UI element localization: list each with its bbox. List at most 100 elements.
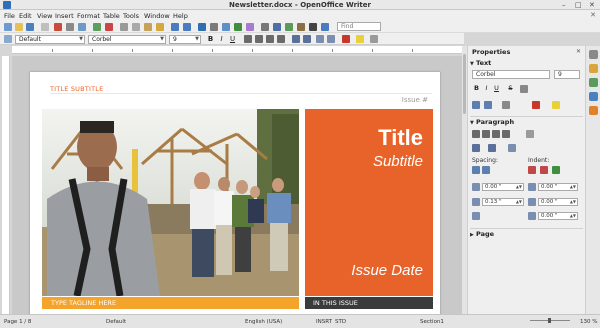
- undo-icon[interactable]: [171, 23, 179, 31]
- issue-date-text[interactable]: Issue Date: [351, 262, 423, 279]
- bullets-icon[interactable]: [303, 35, 311, 43]
- in-this-issue-band[interactable]: IN THIS ISSUE: [305, 297, 433, 309]
- highlight-icon[interactable]: [356, 35, 364, 43]
- print-preview-icon[interactable]: [78, 23, 86, 31]
- selection-mode[interactable]: STD: [335, 319, 346, 325]
- zoom-icon[interactable]: [321, 23, 329, 31]
- title-panel[interactable]: Title Subtitle Issue Date: [305, 109, 433, 296]
- sidebar-decrease-indent-icon[interactable]: [540, 166, 548, 174]
- paragraph-background-icon[interactable]: [526, 130, 534, 138]
- sidebar-highlight-icon[interactable]: [552, 101, 560, 109]
- document-canvas[interactable]: TITLE SUBTITLE Issue # Title Subtitle Is…: [12, 56, 462, 314]
- issue-number-text[interactable]: Issue #: [402, 96, 428, 104]
- paragraph-style-combo[interactable]: Default ▼: [15, 35, 85, 44]
- zoom-slider-handle[interactable]: [548, 318, 551, 323]
- indent-after-spinbox[interactable]: 0.00 " ▲▼: [538, 198, 578, 206]
- redo-icon[interactable]: [183, 23, 191, 31]
- line-spacing-small-icon[interactable]: [472, 212, 480, 220]
- background-color-icon[interactable]: [370, 35, 378, 43]
- autospell-icon[interactable]: [105, 23, 113, 31]
- menu-insert[interactable]: Insert: [55, 12, 74, 20]
- styles-deck-icon[interactable]: [589, 78, 598, 87]
- cover-photo[interactable]: [42, 109, 299, 296]
- paragraph-section-header[interactable]: ▼ Paragraph: [470, 118, 583, 127]
- data-sources-icon[interactable]: [297, 23, 305, 31]
- sidebar-increase-indent-icon[interactable]: [528, 166, 536, 174]
- sidebar-justify-icon[interactable]: [502, 130, 510, 138]
- new-document-icon[interactable]: [4, 23, 12, 31]
- font-size-combo[interactable]: 9 ▼: [169, 35, 201, 44]
- increase-spacing-icon[interactable]: [472, 166, 480, 174]
- line-spacing-icon[interactable]: [508, 144, 516, 152]
- hanging-indent-icon[interactable]: [552, 166, 560, 174]
- sidebar-strikethrough-button[interactable]: S: [506, 84, 515, 93]
- navigator-deck-icon[interactable]: [589, 106, 598, 115]
- styles-formatting-icon[interactable]: [4, 35, 12, 43]
- text-section-header[interactable]: ▼ Text: [470, 59, 583, 68]
- page-style[interactable]: Default: [106, 319, 126, 325]
- sidebar-font-size-combo[interactable]: 9: [554, 70, 580, 79]
- decrease-spacing-icon[interactable]: [482, 166, 490, 174]
- clone-formatting-icon[interactable]: [156, 23, 164, 31]
- spacing-above-spinbox[interactable]: 0.00 " ▲▼: [482, 183, 524, 191]
- menu-help[interactable]: Help: [173, 12, 188, 20]
- menu-view[interactable]: View: [37, 12, 52, 20]
- increase-indent-icon[interactable]: [327, 35, 335, 43]
- newsletter-subtitle[interactable]: Subtitle: [373, 153, 423, 170]
- menu-format[interactable]: Format: [77, 12, 100, 20]
- sidebar-align-center-icon[interactable]: [482, 130, 490, 138]
- zoom-level[interactable]: 130 %: [580, 319, 597, 325]
- cut-icon[interactable]: [120, 23, 128, 31]
- sidebar-font-color-icon[interactable]: [532, 101, 540, 109]
- gallery-icon[interactable]: [285, 23, 293, 31]
- menu-table[interactable]: Table: [103, 12, 120, 20]
- print-icon[interactable]: [66, 23, 74, 31]
- justify-icon[interactable]: [277, 35, 285, 43]
- sidebar-close-button[interactable]: ✕: [576, 48, 581, 55]
- horizontal-ruler[interactable]: [12, 46, 462, 54]
- find-input[interactable]: Find: [337, 22, 381, 31]
- chart-icon[interactable]: [234, 23, 242, 31]
- table-icon[interactable]: [210, 23, 218, 31]
- font-name-combo[interactable]: Corbel ▼: [88, 35, 166, 44]
- newsletter-title[interactable]: Title: [378, 125, 423, 151]
- menu-file[interactable]: File: [4, 12, 15, 20]
- indent-before-spinbox[interactable]: 0.00 " ▲▼: [538, 183, 578, 191]
- subscript-icon[interactable]: [484, 101, 492, 109]
- insert-mode[interactable]: INSRT: [316, 319, 332, 325]
- menu-edit[interactable]: Edit: [19, 12, 32, 20]
- sidebar-align-left-icon[interactable]: [472, 130, 480, 138]
- italic-button[interactable]: I: [217, 35, 226, 44]
- save-icon[interactable]: [26, 23, 34, 31]
- first-line-indent-spinbox[interactable]: 0.00 " ▲▼: [538, 212, 578, 220]
- open-folder-icon[interactable]: [15, 23, 23, 31]
- title-subtitle-text[interactable]: TITLE SUBTITLE: [50, 85, 103, 93]
- minimize-button[interactable]: –: [562, 1, 566, 9]
- close-window-button[interactable]: ✕: [589, 1, 595, 9]
- edit-file-icon[interactable]: [41, 23, 49, 31]
- page-section-header[interactable]: ▶ Page: [470, 230, 583, 239]
- properties-deck-icon[interactable]: [589, 64, 598, 73]
- paste-icon[interactable]: [144, 23, 152, 31]
- align-right-icon[interactable]: [266, 35, 274, 43]
- decrease-indent-icon[interactable]: [316, 35, 324, 43]
- sidebar-bold-button[interactable]: B: [472, 84, 481, 93]
- scrollbar-thumb[interactable]: [463, 54, 466, 114]
- sidebar-numbering-icon[interactable]: [488, 144, 496, 152]
- copy-icon[interactable]: [132, 23, 140, 31]
- sidebar-bullets-icon[interactable]: [472, 144, 480, 152]
- tagline-band[interactable]: TYPE TAGLINE HERE: [42, 297, 299, 309]
- underline-button[interactable]: U: [228, 35, 237, 44]
- spellcheck-icon[interactable]: [93, 23, 101, 31]
- close-document-button[interactable]: ✕: [590, 11, 596, 19]
- document-language[interactable]: English (USA): [245, 319, 282, 325]
- hyperlink-icon[interactable]: [198, 23, 206, 31]
- align-left-icon[interactable]: [244, 35, 252, 43]
- find-replace-icon[interactable]: [261, 23, 269, 31]
- nonprinting-chars-icon[interactable]: [309, 23, 317, 31]
- vertical-ruler[interactable]: [2, 56, 10, 314]
- sidebar-italic-button[interactable]: I: [482, 84, 491, 93]
- character-spacing-icon[interactable]: [502, 101, 510, 109]
- sidebar-align-right-icon[interactable]: [492, 130, 500, 138]
- superscript-icon[interactable]: [472, 101, 480, 109]
